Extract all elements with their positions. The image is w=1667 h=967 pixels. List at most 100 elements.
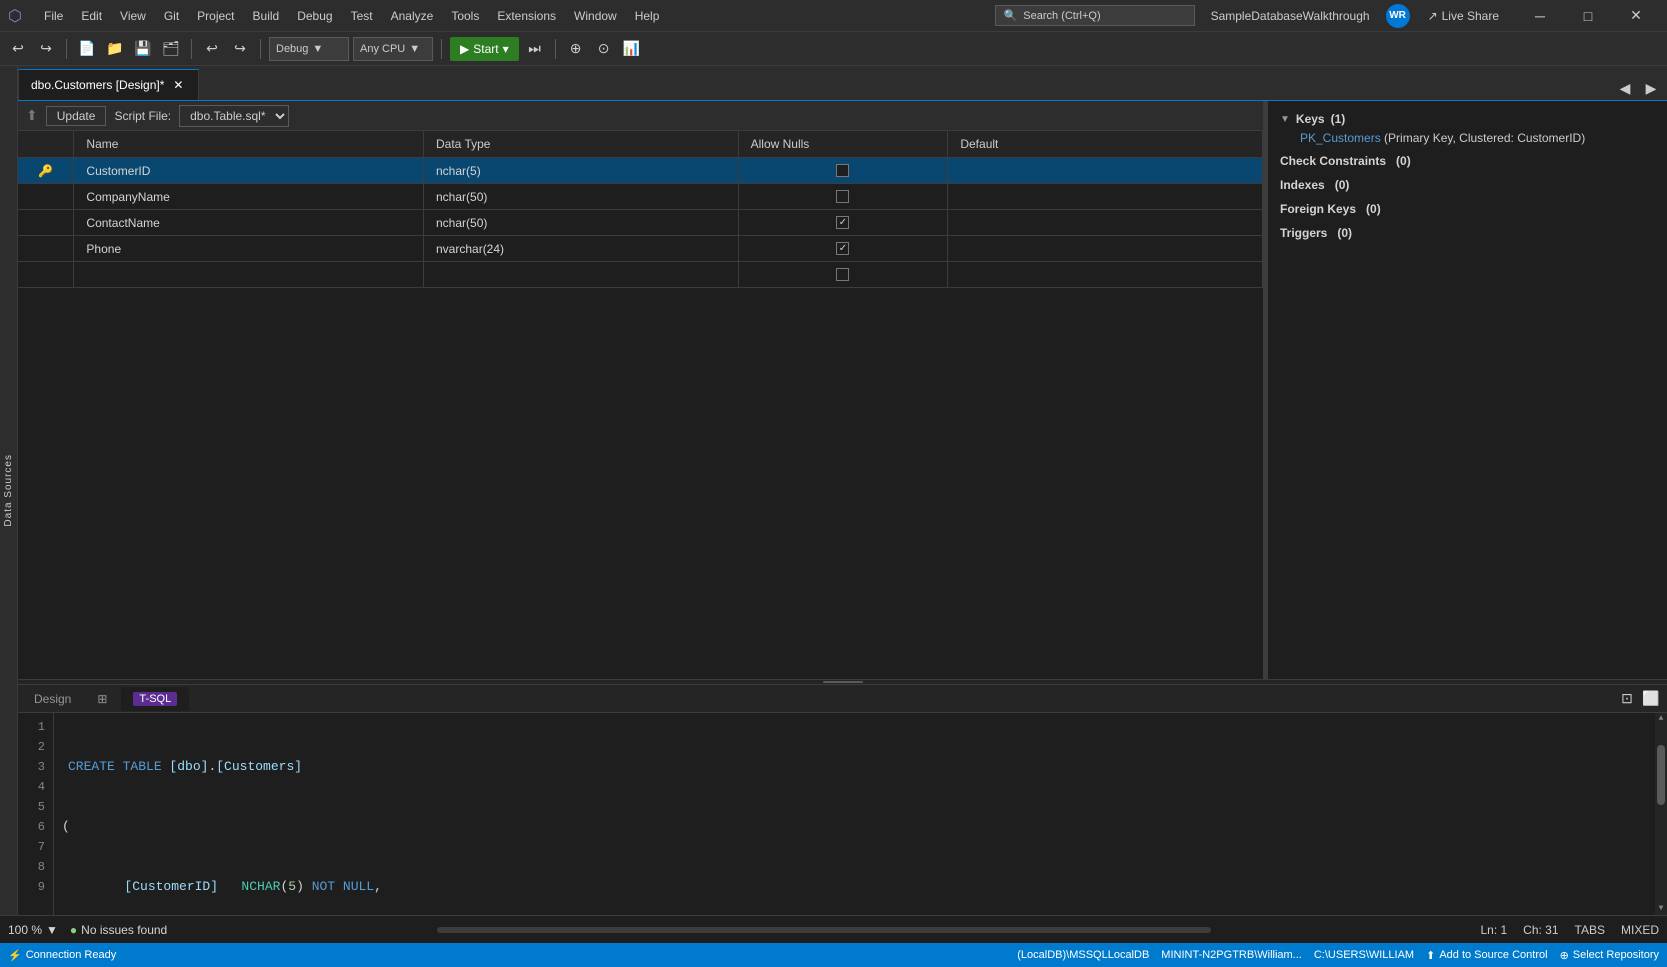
nulls-checkbox-1[interactable] xyxy=(836,164,849,177)
menu-analyze[interactable]: Analyze xyxy=(383,5,442,27)
row-nulls-cell[interactable] xyxy=(738,262,948,288)
minimize-button[interactable]: ─ xyxy=(1517,0,1563,32)
add-source-text: Add to Source Control xyxy=(1439,949,1547,961)
row-nulls-cell[interactable] xyxy=(738,158,948,184)
row-name-cell[interactable] xyxy=(74,262,424,288)
tab-close-icon[interactable]: ✕ xyxy=(170,77,186,93)
menu-project[interactable]: Project xyxy=(189,5,242,27)
right-scrollbar[interactable]: ▲ ▼ xyxy=(1655,713,1667,915)
toolbar-perf[interactable]: 📊 xyxy=(620,37,644,61)
editor-expand-btn[interactable]: ⬜ xyxy=(1639,687,1663,711)
sql-content[interactable]: 1 2 3 4 5 6 7 8 9 xyxy=(18,713,1667,915)
tab-tsql[interactable]: T-SQL xyxy=(121,687,189,711)
menu-edit[interactable]: Edit xyxy=(73,5,110,27)
scrollbar-area[interactable] xyxy=(179,927,1468,933)
row-type-cell[interactable]: nchar(5) xyxy=(424,158,739,184)
row-default-cell[interactable] xyxy=(948,262,1263,288)
menu-help[interactable]: Help xyxy=(627,5,668,27)
design-top: ⬆ Update Script File: dbo.Table.sql* xyxy=(18,101,1667,679)
row-default-cell[interactable] xyxy=(948,236,1263,262)
scroll-up-arrow[interactable]: ▲ xyxy=(1655,713,1667,725)
menu-tools[interactable]: Tools xyxy=(443,5,487,27)
row-name-cell[interactable]: Phone xyxy=(74,236,424,262)
row-nulls-cell[interactable] xyxy=(738,184,948,210)
search-icon: 🔍 xyxy=(1004,9,1018,22)
menu-test[interactable]: Test xyxy=(343,5,381,27)
scroll-down-arrow[interactable]: ▼ xyxy=(1655,903,1667,915)
tab-scroll-left[interactable]: ◀ xyxy=(1613,76,1637,100)
menu-debug[interactable]: Debug xyxy=(289,5,340,27)
table-row[interactable] xyxy=(18,262,1263,288)
toolbar-save[interactable]: 💾 xyxy=(131,37,155,61)
search-box[interactable]: 🔍 Search (Ctrl+Q) xyxy=(995,5,1195,26)
nulls-checkbox-3[interactable] xyxy=(836,216,849,229)
toolbar-save-all[interactable]: 🗂 xyxy=(159,37,183,61)
maximize-button[interactable]: □ xyxy=(1565,0,1611,32)
menu-git[interactable]: Git xyxy=(156,5,187,27)
sql-punct: ) xyxy=(296,877,312,897)
toolbar-back[interactable]: ↩ xyxy=(6,37,30,61)
zoom-selector[interactable]: 100 % ▼ xyxy=(8,923,58,937)
prop-check-header[interactable]: Check Constraints (0) xyxy=(1280,151,1655,171)
live-share-button[interactable]: ↗ Live Share xyxy=(1418,5,1509,27)
close-button[interactable]: ✕ xyxy=(1613,0,1659,32)
row-name-cell[interactable]: ContactName xyxy=(74,210,424,236)
toolbar-new[interactable]: 📄 xyxy=(75,37,99,61)
platform-dropdown[interactable]: Any CPU ▼ xyxy=(353,37,433,61)
toolbar-breakpoints[interactable]: ⊙ xyxy=(592,37,616,61)
code-area[interactable]: CREATE TABLE [dbo].[Customers] ( [Custom… xyxy=(54,713,1655,915)
scroll-thumb[interactable] xyxy=(1657,745,1665,805)
toolbar-sep-3 xyxy=(260,39,261,59)
row-type-cell[interactable]: nchar(50) xyxy=(424,184,739,210)
prop-fk-header[interactable]: Foreign Keys (0) xyxy=(1280,199,1655,219)
toolbar-attach[interactable]: ⊕ xyxy=(564,37,588,61)
table-grid[interactable]: Name Data Type Allow Nulls Default xyxy=(18,131,1263,679)
menu-view[interactable]: View xyxy=(112,5,154,27)
table-row[interactable]: 🔑 CustomerID nchar(5) xyxy=(18,158,1263,184)
row-name-cell[interactable]: CustomerID xyxy=(74,158,424,184)
tab-customers-design[interactable]: dbo.Customers [Design]* ✕ xyxy=(18,69,199,100)
menu-build[interactable]: Build xyxy=(245,5,288,27)
tab-grid[interactable]: ⊞ xyxy=(85,687,119,711)
row-type-cell[interactable] xyxy=(424,262,739,288)
line-num-5: 5 xyxy=(22,797,45,817)
toolbar-undo[interactable]: ↩ xyxy=(200,37,224,61)
prop-keys-header[interactable]: ▼ Keys (1) xyxy=(1280,109,1655,129)
prop-indexes-label: Indexes xyxy=(1280,178,1325,192)
nulls-checkbox-2[interactable] xyxy=(836,190,849,203)
menu-file[interactable]: File xyxy=(36,5,71,27)
debug-config-dropdown[interactable]: Debug ▼ xyxy=(269,37,349,61)
prop-indexes-header[interactable]: Indexes (0) xyxy=(1280,175,1655,195)
toolbar-open[interactable]: 📁 xyxy=(103,37,127,61)
live-share-label: Live Share xyxy=(1442,9,1499,23)
script-file-dropdown[interactable]: dbo.Table.sql* xyxy=(179,105,289,127)
tab-design[interactable]: Design xyxy=(22,687,83,711)
menu-window[interactable]: Window xyxy=(566,5,625,27)
tab-scroll-right[interactable]: ▶ xyxy=(1639,76,1663,100)
row-name-cell[interactable]: CompanyName xyxy=(74,184,424,210)
horizontal-scroll[interactable] xyxy=(437,927,1211,933)
table-row[interactable]: ContactName nchar(50) xyxy=(18,210,1263,236)
row-default-cell[interactable] xyxy=(948,210,1263,236)
row-nulls-cell[interactable] xyxy=(738,210,948,236)
row-default-cell[interactable] xyxy=(948,158,1263,184)
menu-extensions[interactable]: Extensions xyxy=(489,5,564,27)
row-type-cell[interactable]: nchar(50) xyxy=(424,210,739,236)
add-to-source[interactable]: ⬆ Add to Source Control xyxy=(1426,949,1547,962)
toolbar-redo[interactable]: ↪ xyxy=(228,37,252,61)
update-button[interactable]: Update xyxy=(46,106,107,126)
table-row[interactable]: CompanyName nchar(50) xyxy=(18,184,1263,210)
prop-triggers-header[interactable]: Triggers (0) xyxy=(1280,223,1655,243)
toolbar-forward[interactable]: ↪ xyxy=(34,37,58,61)
editor-split-btn[interactable]: ⊡ xyxy=(1615,687,1639,711)
row-type-cell[interactable]: nvarchar(24) xyxy=(424,236,739,262)
select-repository[interactable]: ⊕ Select Repository xyxy=(1560,949,1659,962)
toolbar-step-over[interactable]: ⏭ xyxy=(523,37,547,61)
nulls-checkbox-5[interactable] xyxy=(836,268,849,281)
row-nulls-cell[interactable] xyxy=(738,236,948,262)
nulls-checkbox-4[interactable] xyxy=(836,242,849,255)
start-button[interactable]: ▶ Start ▾ xyxy=(450,37,519,61)
row-default-cell[interactable] xyxy=(948,184,1263,210)
table-row[interactable]: Phone nvarchar(24) xyxy=(18,236,1263,262)
no-issues-icon: ● xyxy=(70,923,77,937)
